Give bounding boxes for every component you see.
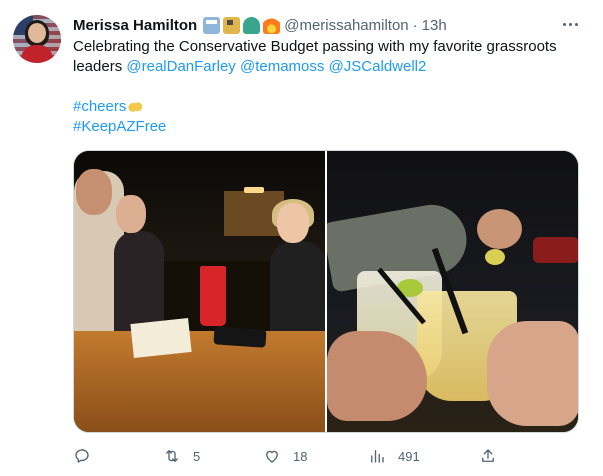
tweet-text-prefix: leaders — [73, 58, 127, 75]
separator-dot: · — [412, 16, 418, 34]
retweet-icon — [166, 450, 178, 462]
mention-realdanfarley[interactable]: @realDanFarley — [126, 58, 235, 75]
statue-of-liberty-icon — [243, 16, 261, 34]
hashtag-keepazfree[interactable]: #KeepAZFree — [73, 118, 166, 135]
hashtag-cheers[interactable]: #cheers — [73, 98, 126, 115]
drinks-toast-photo[interactable] — [327, 151, 578, 432]
mention-temamoss[interactable]: @temamoss — [240, 58, 324, 75]
fuel-pump-icon — [223, 16, 241, 34]
avatar[interactable] — [13, 15, 61, 63]
tweet-text-line-hashtag-2: #KeepAZFree — [73, 117, 583, 137]
views-count: 491 — [398, 448, 420, 464]
fire-icon — [263, 16, 281, 34]
ballot-box-icon — [203, 16, 221, 34]
like-button[interactable]: 18 — [263, 440, 307, 472]
media-grid — [73, 150, 579, 433]
badge-emojis — [203, 16, 281, 34]
author-name[interactable]: Merissa Hamilton — [73, 17, 197, 34]
tweet-text-line-1: Celebrating the Conservative Budget pass… — [73, 38, 557, 55]
heart-icon — [266, 450, 278, 463]
views-chart-icon — [371, 450, 384, 463]
reply-button[interactable] — [73, 440, 103, 472]
mention-jscaldwell2[interactable]: @JSCaldwell2 — [329, 58, 427, 75]
retweet-button[interactable]: 5 — [163, 440, 200, 472]
author-handle[interactable]: @merissahamilton — [284, 17, 408, 34]
tweet-time[interactable]: 13h — [422, 17, 447, 34]
tweet-text: Celebrating the Conservative Budget pass… — [73, 37, 583, 137]
more-options-icon[interactable] — [560, 14, 580, 34]
tweet-header: Merissa Hamilton @merissahamilton · 13h — [73, 15, 447, 35]
retweet-count: 5 — [193, 448, 201, 464]
clinking-glasses-icon — [128, 99, 143, 113]
reply-icon — [75, 449, 89, 463]
views-button[interactable]: 491 — [368, 440, 420, 472]
tweet-actions: 5 18 491 — [73, 440, 503, 472]
tweet[interactable]: Merissa Hamilton @merissahamilton · 13h … — [0, 0, 603, 476]
like-count: 18 — [293, 448, 308, 464]
share-icon — [482, 449, 494, 462]
share-button[interactable] — [479, 440, 497, 472]
tweet-text-line-2: leaders @realDanFarley @temamoss @JSCald… — [73, 57, 583, 77]
tweet-text-line-hashtag-1: #cheers — [73, 97, 583, 117]
group-at-table-photo[interactable] — [74, 151, 325, 432]
